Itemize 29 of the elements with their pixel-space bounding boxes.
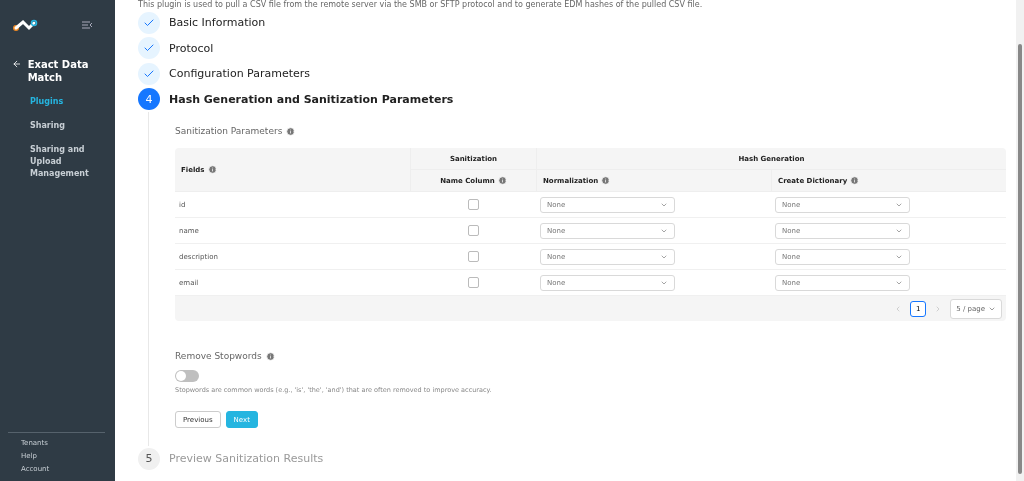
sidebar-item[interactable]: Sharing [0,120,115,132]
back-arrow-icon[interactable] [12,58,22,70]
info-icon [850,176,860,185]
step-title: Basic Information [169,16,266,30]
info-icon [265,351,275,361]
step-indicator: 4 [138,88,160,111]
sidebar-item[interactable]: Plugins [0,96,115,108]
logo-icon [12,19,38,31]
info-icon [601,176,611,185]
collapse-menu-icon[interactable] [82,21,93,29]
toggle-switch[interactable] [175,370,199,382]
step-indicator: 5 [138,447,160,470]
scrollbar-thumb[interactable] [1018,44,1022,474]
step-title: Configuration Parameters [169,67,311,81]
info-icon [207,165,217,174]
checkbox[interactable] [467,251,479,262]
info-icon [497,176,507,185]
checkbox[interactable] [467,277,479,288]
info-icon [286,126,296,136]
step-title: Preview Sanitization Results [169,452,324,466]
section-title: Sanitization Parameters [175,126,283,136]
checkbox[interactable] [467,225,479,236]
field-label: Remove Stopwords [175,351,262,361]
step-title: Protocol [169,41,214,55]
checkbox[interactable] [467,199,479,210]
sidebar-item[interactable]: Sharing and Upload Management [0,144,115,180]
app-title: Exact Data Match [27,58,90,84]
step-title: Hash Generation and Sanitization Parameters [169,92,454,106]
intro-text: This plugin is used to pull a CSV file from the remote server via the SMB or SFTP protocol and to generate EDM hashes of the pulled CSV file. [138,0,704,10]
